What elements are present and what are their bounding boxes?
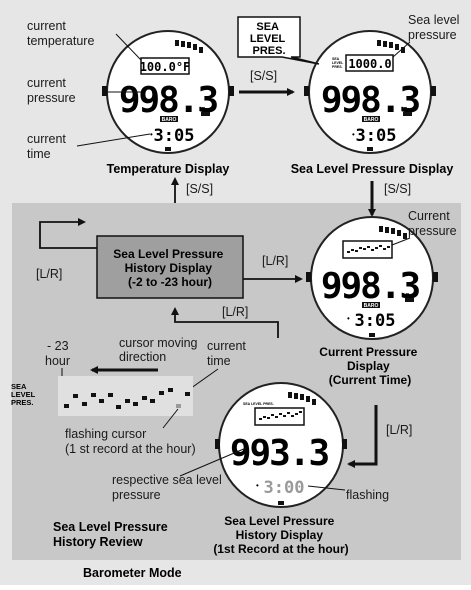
pm-marker: • (256, 481, 259, 490)
mode-title: Barometer Mode (83, 566, 182, 580)
pm-marker: • (347, 314, 350, 323)
button-ss-right: [S/S] (384, 182, 411, 196)
barometer-mode-diagram: 100.0°F 998.3 hPa BARO • 3:05 current te… (0, 0, 471, 585)
button-lr-middle: [L/R] (262, 254, 288, 268)
sea-level-mini-tag: SEA LEVEL PRES. (243, 402, 274, 406)
baro-badge-text: BARO (162, 117, 177, 123)
button-ss-left: [S/S] (186, 182, 213, 196)
diagram-canvas: 100.0°F 998.3 hPa BARO • 3:05 current te… (0, 0, 471, 585)
pressure-readout: 993.3 (230, 433, 329, 474)
temperature-readout: 100.0°F (140, 60, 191, 74)
history-display-box-text: Sea Level Pressure History Display (-2 t… (113, 247, 226, 289)
pressure-readout: 998.3 (321, 266, 420, 307)
sea-level-readout: 1000.0 (348, 57, 391, 71)
baro-badge-text: BARO (364, 303, 379, 309)
unit-label: hPa (312, 461, 321, 467)
baro-badge-text: BARO (364, 117, 379, 123)
button-lr-left: [L/R] (36, 267, 62, 281)
label-sea-level-pressure: Sea level pressure (408, 13, 463, 42)
label-current-pressure-right: Current pressure (408, 209, 457, 238)
caption-temperature-display: Temperature Display (107, 162, 230, 176)
time-readout: 3:05 (355, 311, 396, 331)
button-lr-bottom: [L/R] (222, 305, 248, 319)
history-strip (58, 376, 193, 416)
button-lr-right: [L/R] (386, 423, 412, 437)
caption-sea-level-display: Sea Level Pressure Display (291, 162, 454, 176)
label-minus23-hour: - 23 hour (45, 339, 72, 368)
label-current-pressure: current pressure (27, 76, 76, 105)
button-ss-top: [S/S] (250, 69, 277, 83)
time-readout-flashing: 3:00 (264, 478, 305, 498)
time-readout: 3:05 (154, 126, 195, 146)
flashing-cursor-marker (176, 404, 181, 408)
time-readout: 3:05 (356, 126, 397, 146)
label-flashing: flashing (346, 488, 389, 502)
